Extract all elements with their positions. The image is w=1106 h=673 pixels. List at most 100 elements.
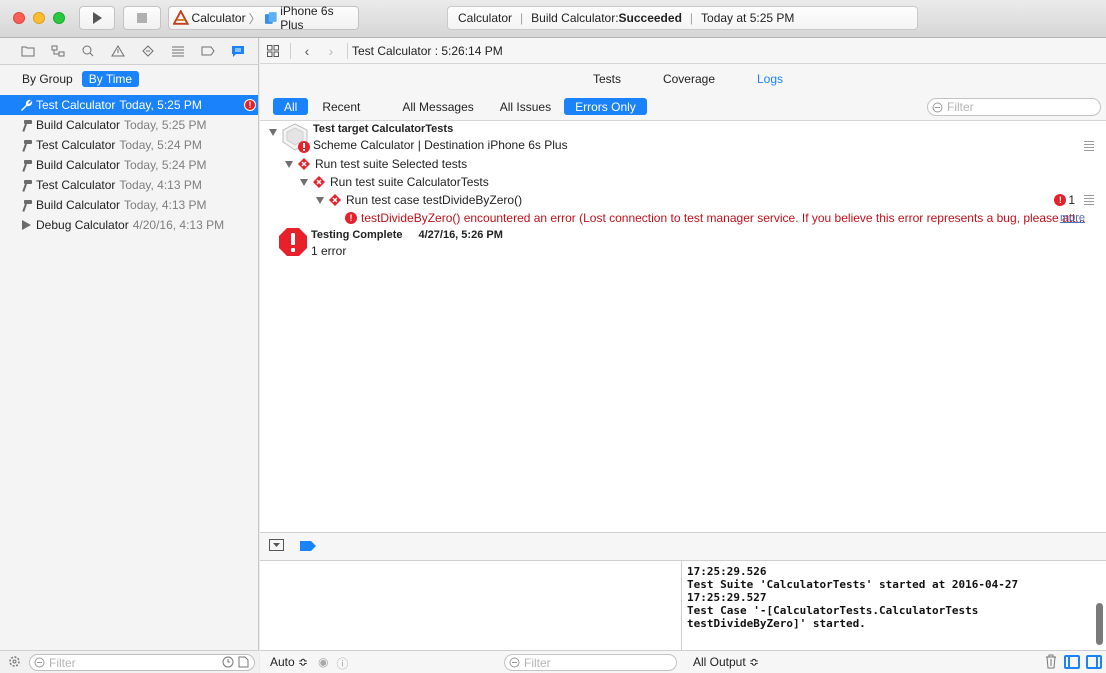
console-output-selector[interactable]: All Output ≎: [693, 655, 759, 669]
settings-gear-icon[interactable]: [8, 655, 21, 671]
variables-filter-field[interactable]: Filter: [504, 654, 677, 671]
chevron-right-icon: 〉: [248, 11, 261, 26]
suite-selected-label: Run test suite Selected tests: [315, 157, 468, 171]
disclosure-triangle-icon[interactable]: [300, 178, 308, 186]
failure-x-icon: [313, 176, 325, 188]
report-item[interactable]: Test Calculator Today, 4:13 PM: [0, 175, 258, 195]
warning-icon[interactable]: [108, 45, 127, 57]
error-icon: !: [1054, 194, 1067, 206]
report-item-date: Today, 5:24 PM: [124, 158, 207, 172]
debug-navigator-icon[interactable]: [168, 45, 187, 57]
report-item[interactable]: Build Calculator Today, 5:25 PM: [0, 115, 258, 135]
scheme-selector[interactable]: Calculator 〉 iPhone 6s Plus: [168, 4, 359, 32]
search-icon[interactable]: [78, 45, 97, 57]
log-row-suite-calculator[interactable]: Run test suite CalculatorTests: [300, 175, 489, 189]
filter-errors-only-button[interactable]: Errors Only: [564, 98, 647, 115]
breakpoint-icon[interactable]: [198, 46, 217, 56]
back-chevron-icon[interactable]: ‹: [295, 43, 319, 59]
test-diamond-icon[interactable]: [138, 45, 157, 57]
test-target-icon-wrap: [280, 122, 310, 154]
report-item-date: Today, 4:13 PM: [124, 198, 207, 212]
jump-bar: ‹ › Test Calculator : 5:26:14 PM: [260, 38, 1106, 64]
folder-icon[interactable]: [18, 45, 37, 57]
play-icon: [93, 12, 102, 24]
navigator-filter-field[interactable]: Filter: [29, 654, 255, 671]
log-row-suite-selected[interactable]: Run test suite Selected tests: [285, 157, 467, 171]
log-row-test-case[interactable]: Run test case testDivideByZero(): [316, 193, 522, 207]
scheme-name: Calculator: [191, 11, 246, 25]
log-row-test-target[interactable]: [269, 129, 277, 136]
by-time-button[interactable]: By Time: [81, 71, 140, 87]
filter-recent-button[interactable]: Recent: [311, 98, 371, 115]
activity-status-prefix: Build Calculator:: [531, 11, 619, 25]
report-item-date: 4/20/16, 4:13 PM: [132, 218, 225, 232]
breakpoints-toggle-icon[interactable]: [300, 540, 316, 554]
testing-complete-header: Testing Complete 4/27/16, 5:26 PM: [311, 229, 503, 241]
test-case-issue-count: ! 1: [1054, 193, 1075, 207]
report-item[interactable]: Debug Calculator 4/20/16, 4:13 PM: [0, 215, 258, 235]
variables-view: [260, 561, 682, 650]
filter-all-messages-button[interactable]: All Messages: [391, 98, 484, 115]
navigator-footer: Filter: [0, 650, 259, 673]
report-item[interactable]: Test Calculator Today, 5:24 PM: [0, 135, 258, 155]
report-icon[interactable]: [228, 45, 247, 58]
related-items-grid-icon[interactable]: [260, 44, 286, 57]
window-minimize-button[interactable]: [33, 12, 45, 24]
report-item-name: Build Calculator: [36, 198, 121, 212]
navigator-selector-bar: [0, 38, 258, 65]
activity-status: Succeeded: [618, 11, 682, 25]
disclosure-triangle-icon[interactable]: [269, 129, 277, 136]
testing-complete-summary: 1 error: [311, 244, 347, 258]
window-zoom-button[interactable]: [53, 12, 65, 24]
tab-logs[interactable]: Logs: [757, 72, 783, 86]
hide-debug-area-icon[interactable]: [269, 539, 284, 554]
log-search-field[interactable]: Filter: [927, 98, 1101, 116]
test-case-label: Run test case testDivideByZero(): [346, 193, 523, 207]
tab-coverage[interactable]: Coverage: [663, 72, 715, 86]
more-link[interactable]: more: [1060, 212, 1085, 224]
window-close-button[interactable]: [13, 12, 25, 24]
debug-footer: Auto ≎ ◉ ⓘ Filter All Output ≎: [260, 650, 1106, 673]
filter-icon: [34, 657, 45, 668]
jump-bar-title[interactable]: Test Calculator : 5:26:14 PM: [352, 44, 503, 58]
variables-scope-selector[interactable]: Auto ≎: [270, 655, 308, 669]
testing-complete-icon-wrap: [278, 227, 308, 257]
forward-chevron-icon[interactable]: ›: [319, 43, 343, 59]
stop-icon: [137, 13, 147, 23]
quick-look-eye-icon[interactable]: ◉: [318, 655, 328, 672]
filter-icon: [932, 102, 943, 112]
disclosure-triangle-icon[interactable]: [316, 196, 324, 204]
test-bundle-icon: [282, 123, 310, 153]
tab-tests[interactable]: Tests: [593, 72, 621, 86]
filter-all-button[interactable]: All: [273, 98, 309, 115]
filter-all-issues-button[interactable]: All Issues: [489, 98, 562, 115]
report-item-name: Test Calculator: [36, 98, 116, 112]
disclosure-triangle-icon[interactable]: [285, 160, 293, 168]
stop-button[interactable]: [123, 6, 161, 30]
console-scrollbar[interactable]: [1096, 603, 1103, 645]
trash-icon[interactable]: [1044, 654, 1058, 669]
by-group-button[interactable]: By Group: [15, 71, 80, 87]
run-button[interactable]: [79, 6, 115, 30]
info-icon[interactable]: ⓘ: [336, 655, 348, 672]
error-badge-icon: !: [244, 99, 256, 111]
report-item-name: Test Calculator: [36, 138, 116, 152]
document-icon[interactable]: [238, 656, 249, 668]
report-item-name: Test Calculator: [36, 178, 116, 192]
report-item[interactable]: Build Calculator Today, 4:13 PM: [0, 195, 258, 215]
hammer-icon: [20, 119, 36, 132]
play-icon: [20, 219, 36, 231]
report-navigator: By Group By Time Test Calculator Today, 5…: [0, 38, 259, 673]
failure-x-icon: [329, 194, 341, 206]
row-menu-icon[interactable]: [1084, 141, 1094, 151]
log-row-error[interactable]: ! testDivideByZero() encountered an erro…: [345, 211, 1085, 225]
show-console-toggle-icon[interactable]: [1086, 654, 1102, 669]
row-menu-icon[interactable]: [1084, 195, 1094, 205]
symbol-navigator-icon[interactable]: [48, 45, 67, 57]
report-item-name: Debug Calculator: [36, 218, 129, 232]
clock-icon[interactable]: [222, 656, 234, 668]
testing-complete-title: Testing Complete: [311, 229, 403, 241]
show-variables-toggle-icon[interactable]: [1064, 654, 1080, 669]
report-item[interactable]: Test Calculator Today, 5:25 PM!: [0, 95, 258, 115]
report-item[interactable]: Build Calculator Today, 5:24 PM: [0, 155, 258, 175]
